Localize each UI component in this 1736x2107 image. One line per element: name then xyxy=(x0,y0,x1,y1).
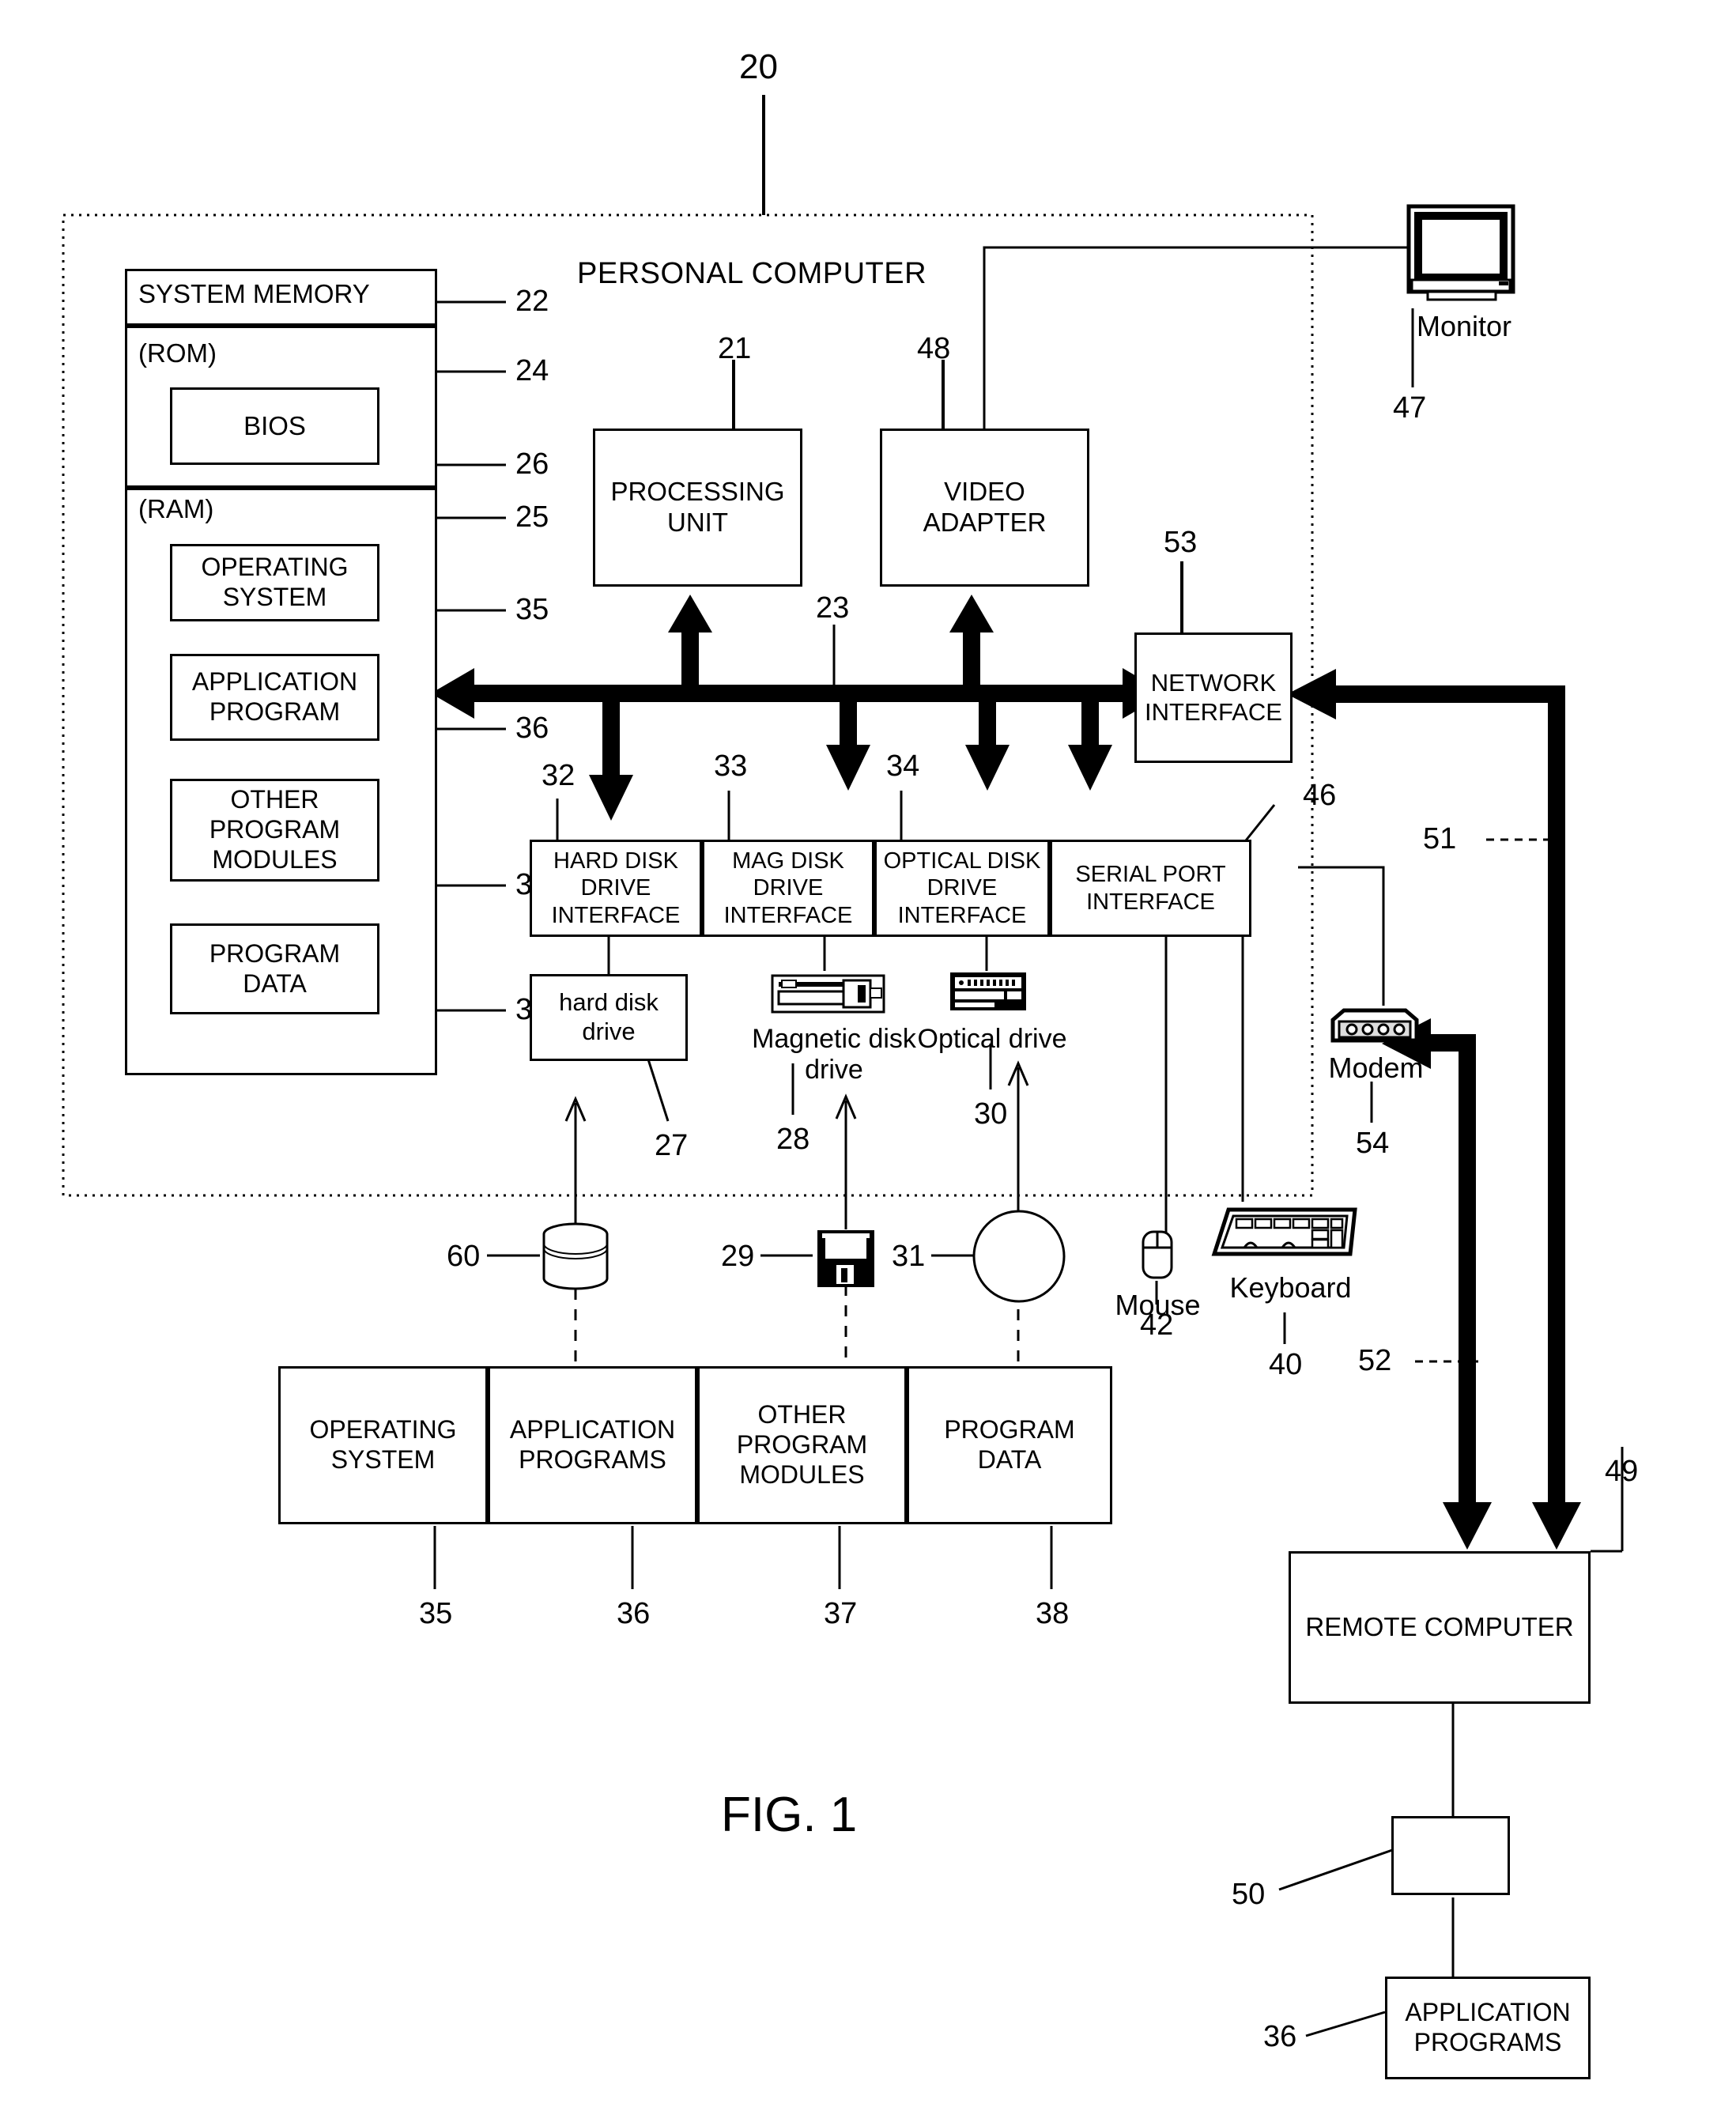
ram-operating-system-box: OPERATING SYSTEM xyxy=(170,544,379,621)
ref-21: 21 xyxy=(718,332,752,365)
ref-22: 22 xyxy=(515,285,549,318)
optical-disk-drive-interface-box: OPTICAL DISK DRIVE INTERFACE xyxy=(874,840,1050,937)
ref-24: 24 xyxy=(515,354,549,387)
ref-29: 29 xyxy=(721,1240,755,1273)
remote-application-programs-box: APPLICATION PROGRAMS xyxy=(1385,1977,1591,2079)
ram-program-data-box: PROGRAM DATA xyxy=(170,923,379,1014)
magnetic-disk-drive-label: Magnetic disk drive xyxy=(752,1024,916,1085)
ref-42: 42 xyxy=(1140,1308,1174,1342)
storage-program-data-box: PROGRAM DATA xyxy=(907,1366,1112,1524)
ref-38-storage: 38 xyxy=(1036,1597,1070,1630)
ref-30: 30 xyxy=(974,1097,1008,1131)
ref-51-wan: 51 xyxy=(1423,822,1457,855)
ref-40: 40 xyxy=(1269,1348,1303,1381)
keyboard-icon xyxy=(1211,1207,1357,1256)
ref-36-ram: 36 xyxy=(515,712,549,745)
ref-46: 46 xyxy=(1303,779,1337,812)
storage-operating-system-box: OPERATING SYSTEM xyxy=(278,1366,488,1524)
remote-memory-block xyxy=(1391,1816,1510,1895)
storage-application-programs-box: APPLICATION PROGRAMS xyxy=(488,1366,697,1524)
ref-26: 26 xyxy=(515,447,549,481)
processing-unit-box: PROCESSING UNIT xyxy=(593,429,802,587)
ref-23-system-bus: 23 xyxy=(816,591,850,625)
ref-33: 33 xyxy=(714,750,748,783)
ref-34: 34 xyxy=(886,750,920,783)
monitor-label: Monitor xyxy=(1416,310,1512,342)
enclosure-title: PERSONAL COMPUTER xyxy=(577,257,927,290)
ram-label: (RAM) xyxy=(138,494,214,523)
system-memory-header: SYSTEM MEMORY xyxy=(138,279,370,308)
patent-figure-1: 20 PERSONAL COMPUTER SYSTEM MEMORY 22 (R… xyxy=(0,0,1736,2107)
remote-computer-box: REMOTE COMPUTER xyxy=(1289,1551,1591,1704)
ref-32: 32 xyxy=(542,759,576,792)
mag-disk-drive-interface-box: MAG DISK DRIVE INTERFACE xyxy=(702,840,874,937)
ref-47: 47 xyxy=(1393,391,1427,425)
ref-35-storage: 35 xyxy=(419,1597,453,1630)
modem-icon xyxy=(1330,1008,1419,1043)
monitor-icon xyxy=(1406,204,1515,301)
ref-54: 54 xyxy=(1356,1127,1390,1160)
hard-disk-drive-interface-box: HARD DISK DRIVE INTERFACE xyxy=(530,840,702,937)
keyboard-label: Keyboard xyxy=(1229,1271,1352,1304)
floppy-disk-icon xyxy=(817,1230,874,1287)
hard-disk-drive-box: hard disk drive xyxy=(530,974,688,1061)
ref-53: 53 xyxy=(1164,526,1198,559)
network-interface-box: NETWORK INTERFACE xyxy=(1134,632,1293,763)
figure-caption: FIG. 1 xyxy=(721,1788,858,1842)
ref-60: 60 xyxy=(447,1240,481,1273)
optical-disc-icon xyxy=(972,1210,1066,1303)
ref-25: 25 xyxy=(515,500,549,534)
disk-platter-icon xyxy=(542,1222,609,1290)
bios-box: BIOS xyxy=(170,387,379,465)
ref-37-storage: 37 xyxy=(824,1597,858,1630)
ref-52-lan: 52 xyxy=(1358,1344,1392,1377)
ram-application-program-box: APPLICATION PROGRAM xyxy=(170,654,379,741)
ref-36-storage: 36 xyxy=(617,1597,651,1630)
optical-drive-icon xyxy=(950,972,1026,1010)
ref-35-ram: 35 xyxy=(515,593,549,626)
ref-28: 28 xyxy=(776,1123,810,1156)
ref-31: 31 xyxy=(892,1240,926,1273)
rom-label: (ROM) xyxy=(138,338,217,368)
magnetic-disk-drive-icon xyxy=(771,974,885,1014)
ref-50: 50 xyxy=(1232,1878,1266,1911)
storage-other-program-modules-box: OTHER PROGRAM MODULES xyxy=(697,1366,907,1524)
mouse-icon xyxy=(1142,1230,1173,1279)
ref-36-remote: 36 xyxy=(1263,2020,1297,2053)
ref-48: 48 xyxy=(917,332,951,365)
ram-other-program-modules-box: OTHER PROGRAM MODULES xyxy=(170,779,379,882)
video-adapter-box: VIDEO ADAPTER xyxy=(880,429,1089,587)
modem-label: Modem xyxy=(1328,1052,1424,1084)
ref-27: 27 xyxy=(655,1129,689,1162)
ref-20: 20 xyxy=(739,47,778,86)
ref-49: 49 xyxy=(1605,1455,1639,1488)
optical-drive-label: Optical drive xyxy=(917,1024,1067,1054)
serial-port-interface-box: SERIAL PORT INTERFACE xyxy=(1050,840,1251,937)
